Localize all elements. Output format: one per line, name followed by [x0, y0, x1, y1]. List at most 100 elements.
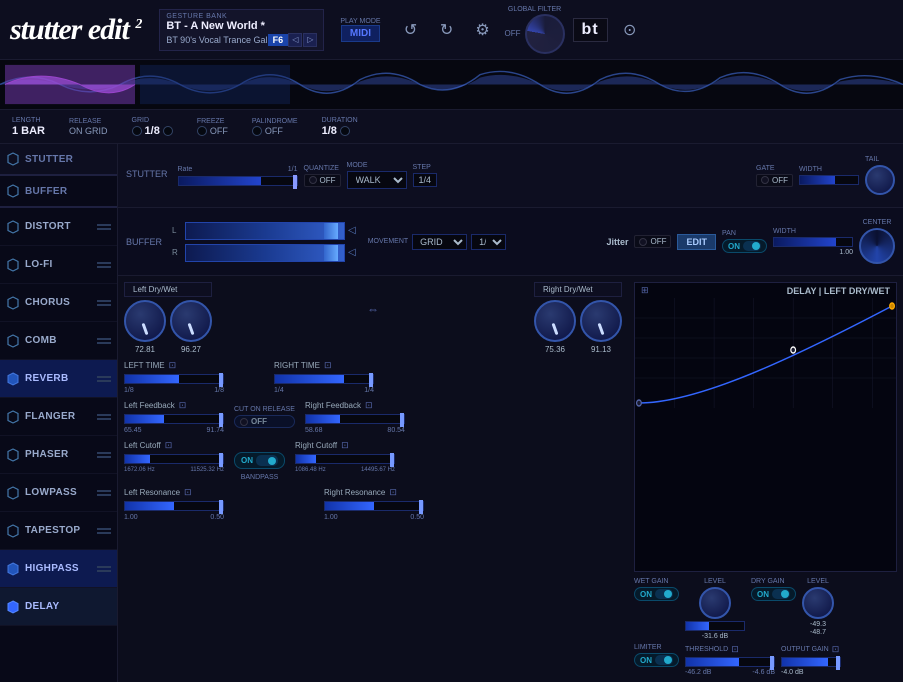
- pan-switch[interactable]: [743, 241, 761, 251]
- wet-gain-toggle[interactable]: ON: [634, 587, 679, 601]
- bandpass-toggle[interactable]: ON: [234, 452, 285, 469]
- dry-gain-switch[interactable]: [772, 589, 790, 599]
- wet-gain-switch[interactable]: [655, 589, 673, 599]
- grid-control[interactable]: Grid 1/8: [132, 117, 173, 137]
- right-cutoff-slider[interactable]: [295, 454, 395, 464]
- freeze-toggle[interactable]: [197, 126, 207, 136]
- sidebar-item-lofi[interactable]: LO-FI: [0, 246, 117, 284]
- buffer-r-slider[interactable]: [185, 244, 345, 262]
- global-filter-knob[interactable]: [525, 14, 565, 54]
- graph-area[interactable]: ⊞ DELAY | LEFT DRY/WET: [634, 282, 897, 572]
- palindrome-control[interactable]: Palindrome OFF: [252, 118, 298, 136]
- grid-toggle-down[interactable]: [132, 126, 142, 136]
- sidebar-item-highpass[interactable]: HIGHPASS: [0, 550, 117, 588]
- left-time-copy-icon[interactable]: ⊡: [169, 360, 177, 371]
- right-cutoff-group: Right Cutoff ⊡ 1086.48 Hz 14495.67 Hz: [295, 440, 395, 473]
- sidebar-delay-label: DELAY: [25, 601, 59, 612]
- limiter-switch[interactable]: [655, 655, 673, 665]
- right-drywet-knob1[interactable]: [534, 300, 576, 342]
- movement-grid-select[interactable]: 1/8: [471, 234, 506, 250]
- sidebar-item-chorus[interactable]: CHORUS: [0, 284, 117, 322]
- tail-knob[interactable]: [865, 165, 895, 195]
- length-control[interactable]: Length 1 BAR: [12, 117, 45, 137]
- movement-select[interactable]: GRID: [412, 234, 467, 250]
- left-fb-copy-icon[interactable]: ⊡: [179, 400, 187, 411]
- quantize-label: Quantize: [304, 165, 341, 172]
- cut-on-release-toggle[interactable]: OFF: [234, 415, 295, 428]
- buffer-l-slider[interactable]: [185, 222, 345, 240]
- sidebar-item-phaser[interactable]: PHASER: [0, 436, 117, 474]
- gb-next-btn[interactable]: ▷: [303, 33, 317, 47]
- width-slider[interactable]: [799, 175, 859, 185]
- right-time-copy-icon[interactable]: ⊡: [324, 360, 332, 371]
- left-cutoff-slider[interactable]: [124, 454, 224, 464]
- duration-control[interactable]: Duration 1/8: [322, 117, 358, 137]
- bandpass-switch[interactable]: [256, 455, 278, 466]
- app-title: stutter edit 2: [10, 15, 141, 45]
- midi-button[interactable]: MIDI: [341, 25, 380, 42]
- release-control[interactable]: Release ON GRID: [69, 118, 108, 136]
- threshold-slider[interactable]: [685, 657, 775, 667]
- right-res-copy-icon[interactable]: ⊡: [389, 487, 397, 498]
- left-res-slider[interactable]: [124, 501, 224, 511]
- left-drywet-title: Left Dry/Wet: [124, 282, 212, 297]
- link-icon[interactable]: ⇔: [367, 302, 379, 316]
- left-time-group: Left Time ⊡ 1/8 1/8: [124, 360, 224, 394]
- dry-level-knob[interactable]: [802, 587, 834, 619]
- output-gain-copy-icon[interactable]: ⊡: [832, 644, 840, 655]
- buffer-r-arrow[interactable]: ◁: [348, 247, 356, 258]
- right-fb-copy-icon[interactable]: ⊡: [365, 400, 373, 411]
- limiter-toggle[interactable]: ON: [634, 653, 679, 667]
- sidebar-item-flanger[interactable]: FLANGER: [0, 398, 117, 436]
- wet-level-knob[interactable]: [699, 587, 731, 619]
- sidebar-item-tapestop[interactable]: TAPESTOP: [0, 512, 117, 550]
- flanger-eq-icon: [97, 414, 111, 420]
- mode-select[interactable]: WALK: [347, 171, 407, 189]
- dry-gain-toggle[interactable]: ON: [751, 587, 796, 601]
- gate-toggle[interactable]: OFF: [756, 174, 793, 187]
- jitter-off-toggle[interactable]: OFF: [634, 235, 671, 248]
- redo-button[interactable]: ↻: [433, 16, 461, 44]
- buffer-l-arrow[interactable]: ◁: [348, 225, 356, 236]
- gesture-bank[interactable]: Gesture Bank BT - A New World * BT 90's …: [159, 9, 324, 51]
- waveform-area[interactable]: [0, 60, 903, 110]
- pan-on-toggle[interactable]: ON: [722, 239, 767, 253]
- right-cutoff-copy-icon[interactable]: ⊡: [341, 440, 349, 451]
- right-time-slider[interactable]: [274, 374, 374, 384]
- left-cutoff-copy-icon[interactable]: ⊡: [165, 440, 173, 451]
- sidebar-item-comb[interactable]: COMB: [0, 322, 117, 360]
- sidebar-item-distort[interactable]: DISTORT: [0, 208, 117, 246]
- top-header: stutter edit 2 Gesture Bank BT - A New W…: [0, 0, 903, 60]
- sidebar-item-delay[interactable]: DELAY: [0, 588, 117, 626]
- sidebar-item-reverb[interactable]: REVERB: [0, 360, 117, 398]
- grid-toggle-up[interactable]: [163, 126, 173, 136]
- palindrome-toggle[interactable]: [252, 126, 262, 136]
- output-gain-slider[interactable]: [781, 657, 841, 667]
- right-fb-slider[interactable]: [305, 414, 405, 424]
- graph-expand-icon[interactable]: ⊞: [641, 285, 649, 296]
- sidebar-item-lowpass[interactable]: LOWPASS: [0, 474, 117, 512]
- bandpass-on-label: ON: [241, 456, 253, 465]
- left-res-copy-icon[interactable]: ⊡: [184, 487, 192, 498]
- undo-button[interactable]: ↺: [397, 16, 425, 44]
- wet-level-slider[interactable]: [685, 621, 745, 631]
- threshold-copy-icon[interactable]: ⊡: [731, 644, 739, 655]
- left-drywet-knob2[interactable]: [170, 300, 212, 342]
- settings-button[interactable]: ⚙: [469, 16, 497, 44]
- quantize-toggle[interactable]: OFF: [304, 174, 341, 187]
- buffer-label: BUFFER: [126, 237, 162, 247]
- menu-button[interactable]: ⊙: [616, 16, 644, 44]
- stutter-rate-slider[interactable]: [178, 176, 298, 186]
- freeze-control[interactable]: Freeze OFF: [197, 118, 228, 136]
- left-drywet-knob1[interactable]: [124, 300, 166, 342]
- width-slider-buf[interactable]: [773, 237, 853, 247]
- left-time-slider[interactable]: [124, 374, 224, 384]
- jitter-edit-button[interactable]: EDIT: [677, 234, 716, 250]
- gb-prev-btn[interactable]: ◁: [288, 33, 302, 47]
- center-knob[interactable]: [859, 228, 895, 264]
- app-container: stutter edit 2 Gesture Bank BT - A New W…: [0, 0, 903, 682]
- duration-toggle[interactable]: [340, 126, 350, 136]
- right-drywet-knob2[interactable]: [580, 300, 622, 342]
- left-fb-slider[interactable]: [124, 414, 224, 424]
- right-res-slider[interactable]: [324, 501, 424, 511]
